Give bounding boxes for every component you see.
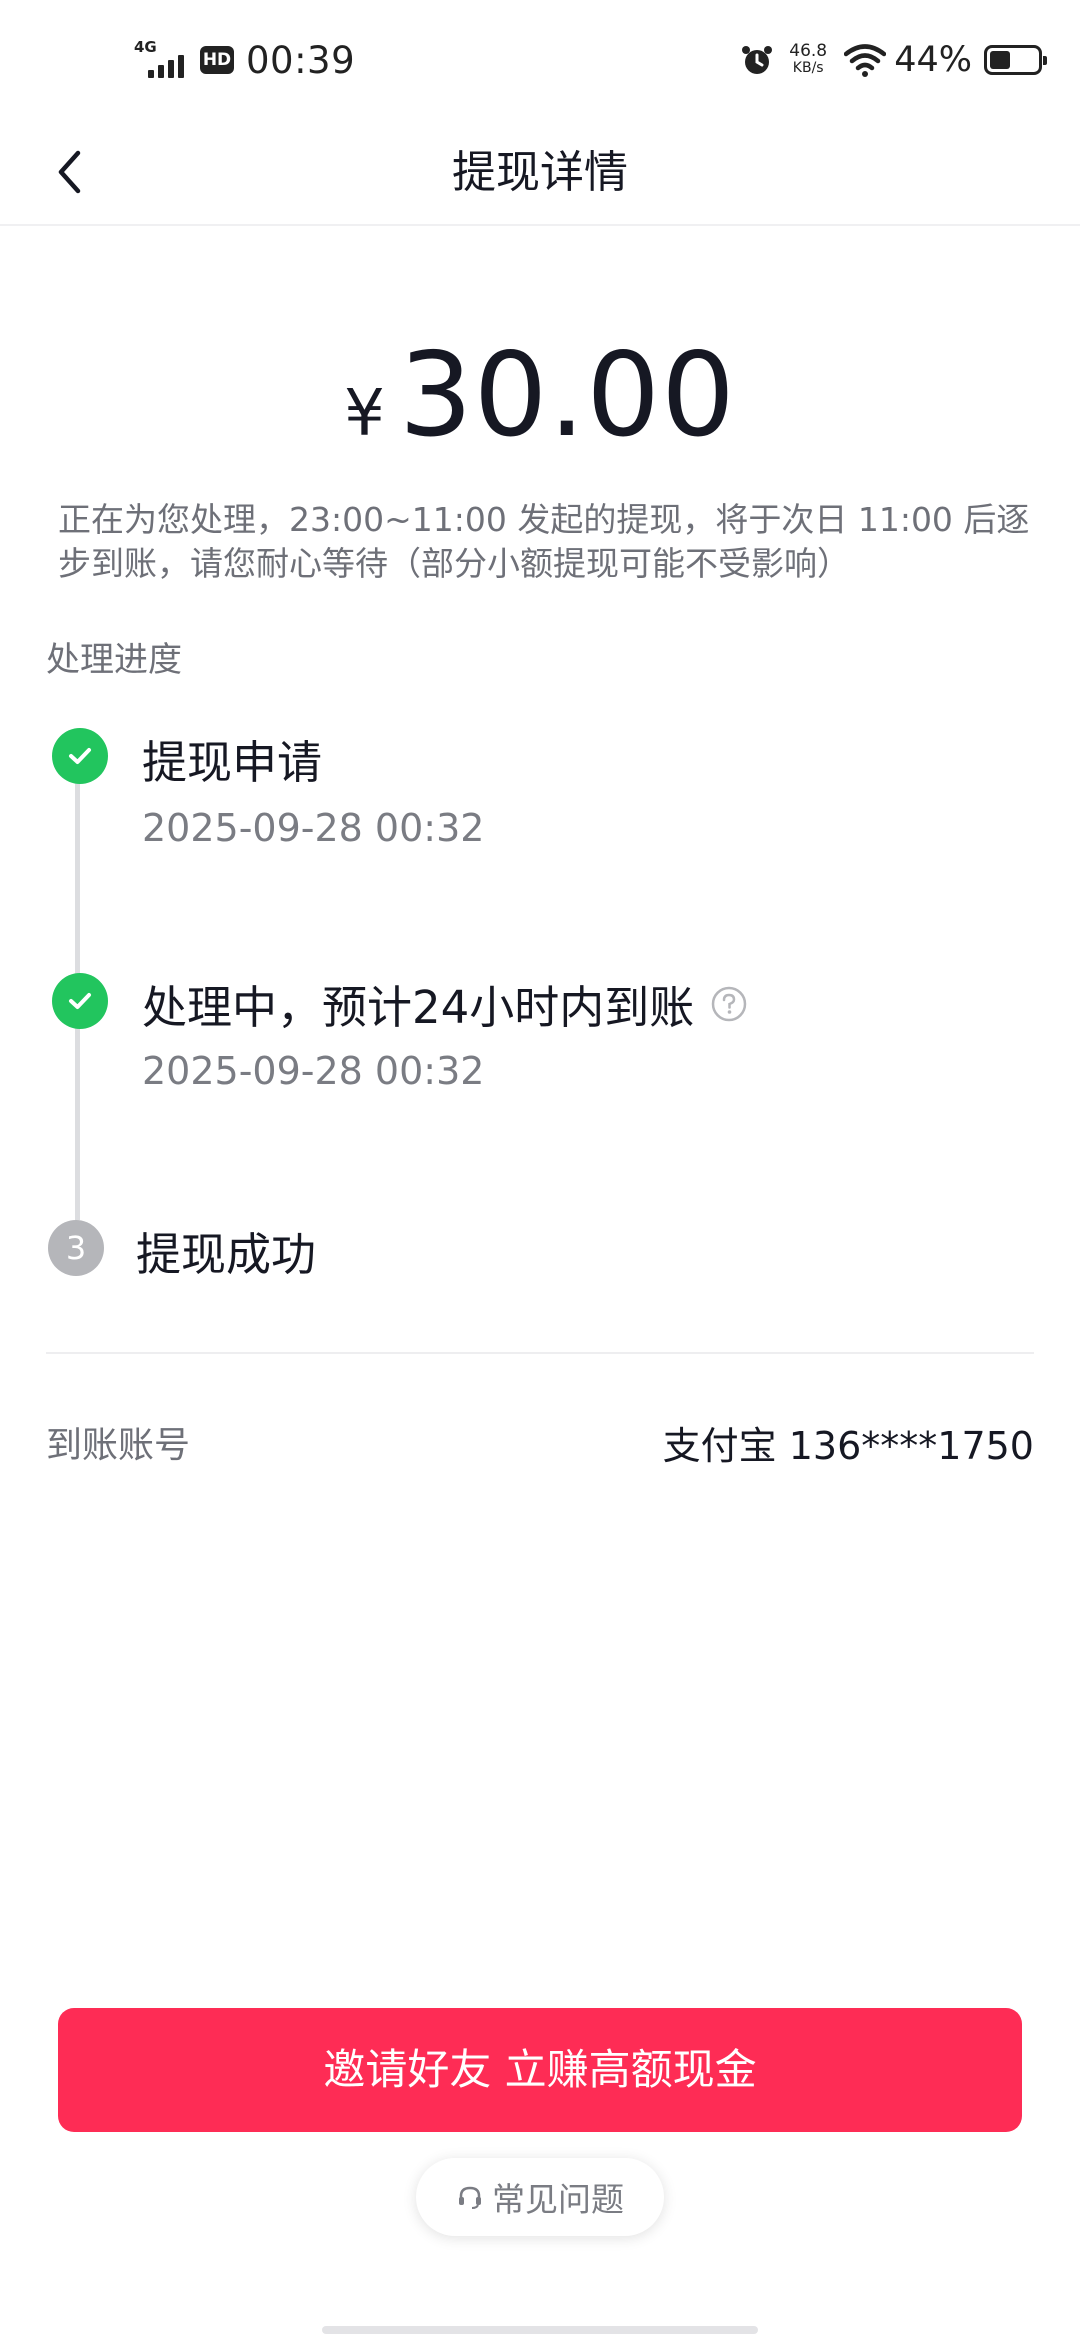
progress-label: 处理进度 xyxy=(46,640,182,680)
speed-unit: KB/s xyxy=(792,60,824,76)
invite-friends-button[interactable]: 邀请好友 立赚高额现金 xyxy=(58,2008,1022,2132)
withdraw-amount: ¥ 30.00 xyxy=(0,328,1080,463)
wifi-icon xyxy=(844,44,887,77)
step-title-text: 处理中，预计24小时内到账 xyxy=(142,981,695,1034)
alarm-icon xyxy=(742,46,773,74)
status-right: 46.8 KB/s 44% xyxy=(740,30,1047,90)
nav-bar: 提现详情 xyxy=(0,120,1080,226)
check-icon xyxy=(52,973,108,1029)
speed-value: 46.8 xyxy=(789,41,828,61)
step-number-badge: 3 xyxy=(48,1220,104,1276)
status-left: 4G HD 00:39 xyxy=(134,30,355,90)
battery-icon xyxy=(984,45,1047,75)
network-speed: 46.8 KB/s xyxy=(784,43,832,77)
faq-label: 常见问题 xyxy=(492,2180,624,2219)
account-label: 到账账号 xyxy=(46,1425,191,1466)
headset-icon xyxy=(459,2186,481,2209)
processing-notice: 正在为您处理，23:00~11:00 发起的提现，将于次日 11:00 后逐步到… xyxy=(58,500,1030,583)
back-button[interactable] xyxy=(38,140,102,204)
payout-account-row: 到账账号 支付宝 136****1750 xyxy=(46,1412,1034,1472)
status-bar: 4G HD 00:39 46.8 KB/s 44% xyxy=(0,0,1080,120)
page-title: 提现详情 xyxy=(452,147,628,198)
battery-percent: 44% xyxy=(894,40,972,80)
amount-value: 30.00 xyxy=(398,328,736,463)
home-indicator[interactable] xyxy=(322,2326,758,2334)
step-title: 提现申请 xyxy=(142,736,323,789)
hd-badge: HD xyxy=(200,46,234,74)
step-time: 2025-09-28 00:32 xyxy=(142,1049,485,1093)
network-type: 4G xyxy=(134,38,157,56)
clock: 00:39 xyxy=(246,38,356,82)
currency-symbol: ¥ xyxy=(344,377,385,451)
step-title: 处理中，预计24小时内到账 xyxy=(142,971,748,1036)
account-value: 支付宝 136****1750 xyxy=(662,1423,1034,1468)
faq-button[interactable]: 常见问题 xyxy=(416,2158,664,2236)
chevron-left-icon xyxy=(58,150,81,194)
cellular-signal-icon: 4G xyxy=(134,38,192,80)
divider xyxy=(46,1352,1034,1354)
check-icon xyxy=(52,728,108,784)
step-time: 2025-09-28 00:32 xyxy=(142,806,485,850)
help-icon[interactable] xyxy=(710,985,748,1023)
step-title: 提现成功 xyxy=(136,1228,317,1281)
